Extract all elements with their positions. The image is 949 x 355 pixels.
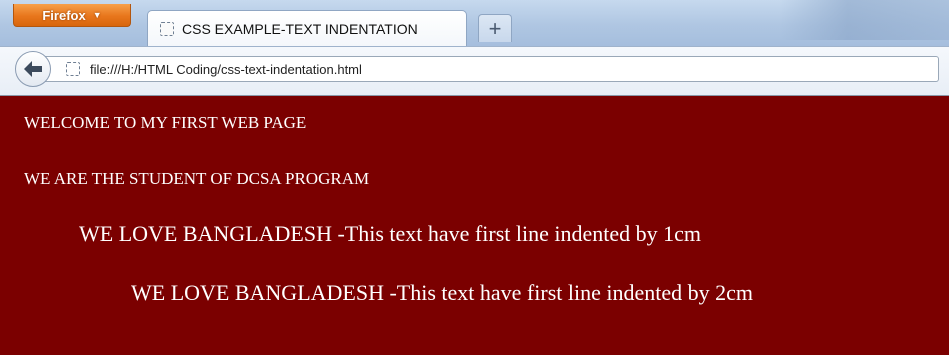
- firefox-menu-button[interactable]: Firefox ▼: [13, 4, 131, 27]
- title-bar: Firefox ▼ CSS EXAMPLE-TEXT INDENTATION +: [0, 0, 949, 46]
- page-icon: [160, 21, 174, 36]
- tab-title: CSS EXAMPLE-TEXT INDENTATION: [182, 20, 418, 37]
- indented-1cm-text: WE LOVE BANGLADESH -This text have first…: [79, 221, 701, 246]
- address-bar[interactable]: file:///H:/HTML Coding/css-text-indentat…: [44, 56, 939, 82]
- tab-active[interactable]: CSS EXAMPLE-TEXT INDENTATION: [147, 10, 467, 46]
- back-button[interactable]: [15, 51, 51, 87]
- address-text: file:///H:/HTML Coding/css-text-indentat…: [90, 61, 362, 77]
- back-arrow-icon: [24, 61, 42, 77]
- title-bar-glow: [780, 0, 949, 40]
- page-icon: [66, 62, 80, 76]
- new-tab-button[interactable]: +: [478, 14, 512, 42]
- chevron-down-icon: ▼: [92, 10, 102, 20]
- welcome-text: WELCOME TO MY FIRST WEB PAGE: [24, 113, 307, 132]
- firefox-menu-label: Firefox: [42, 7, 86, 23]
- plus-icon: +: [488, 15, 502, 41]
- navigation-bar: file:///H:/HTML Coding/css-text-indentat…: [0, 46, 949, 96]
- page-content: WELCOME TO MY FIRST WEB PAGE WE ARE THE …: [0, 96, 949, 355]
- indented-2cm-text: WE LOVE BANGLADESH -This text have first…: [131, 280, 753, 305]
- student-text: WE ARE THE STUDENT OF DCSA PROGRAM: [24, 169, 370, 188]
- browser-window: Firefox ▼ CSS EXAMPLE-TEXT INDENTATION +…: [0, 0, 949, 355]
